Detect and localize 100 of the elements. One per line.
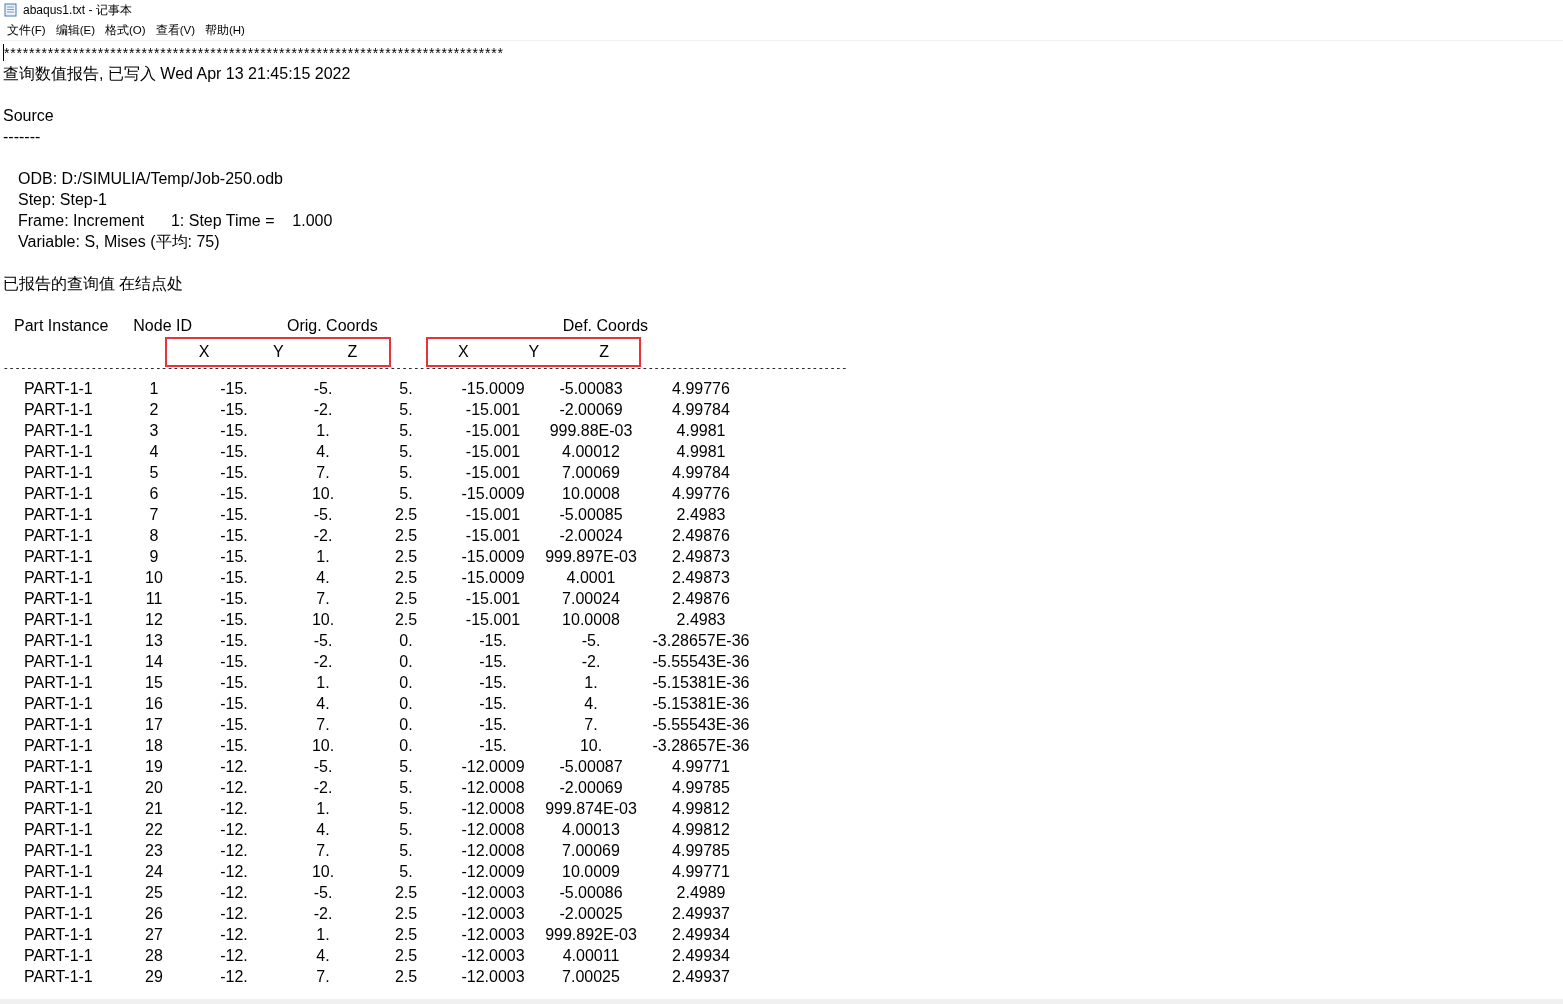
table-cell-text: -5.00085 bbox=[558, 505, 624, 525]
table-cell-text: -15. bbox=[478, 673, 508, 693]
table-cell-text: -12. bbox=[219, 820, 249, 840]
notepad-icon bbox=[4, 3, 17, 17]
table-cell-text: -15. bbox=[219, 610, 249, 630]
table-cell-text: 999.874E-03 bbox=[544, 799, 638, 819]
table-cell-text: 2.4983 bbox=[675, 610, 727, 630]
table-cell-text: 5. bbox=[398, 421, 414, 441]
table-cell-text: PART-1-1 bbox=[24, 715, 94, 735]
table-cell-text: 25 bbox=[144, 883, 164, 903]
source-line: Step: Step-1 bbox=[18, 191, 107, 208]
table-cell-text: 2.5 bbox=[393, 568, 419, 588]
table-cell-text: -15. bbox=[219, 631, 249, 651]
table-cell-text: PART-1-1 bbox=[24, 820, 94, 840]
axis-label: Y bbox=[273, 343, 284, 361]
table-cell-text: 16 bbox=[144, 694, 164, 714]
table-cell-text: 4. bbox=[315, 820, 331, 840]
menu-item[interactable]: 编辑(E) bbox=[50, 22, 101, 38]
table-cell-text: 2.49934 bbox=[671, 925, 731, 945]
table-cell-text: -15. bbox=[219, 421, 249, 441]
table-cell-text: 5. bbox=[398, 442, 414, 462]
table-cell-text: -15. bbox=[219, 589, 249, 609]
table-cell-text: 7.00069 bbox=[561, 463, 621, 483]
asterisk-line: ******************************************************************************** bbox=[4, 45, 504, 61]
table-cell-text: 14 bbox=[144, 652, 164, 672]
table-cell-text: 2.5 bbox=[393, 610, 419, 630]
table-cell-text: -15. bbox=[478, 631, 508, 651]
table-cell-text: -15.0009 bbox=[460, 547, 526, 567]
table-cell-text: 3 bbox=[148, 421, 160, 441]
table-cell-text: 4 bbox=[148, 442, 160, 462]
table-cell-text: PART-1-1 bbox=[24, 862, 94, 882]
table-cell-text: -5.15381E-36 bbox=[651, 694, 751, 714]
table-cell-text: 10. bbox=[310, 610, 336, 630]
table-cell-text: 9 bbox=[148, 547, 160, 567]
table-cell-text: -5. bbox=[580, 631, 602, 651]
table-cell-text: 1. bbox=[315, 925, 331, 945]
table-cell-text: -12.0009 bbox=[460, 862, 526, 882]
section-heading: 已报告的查询值 在结点处 bbox=[3, 275, 184, 292]
axis-label: Z bbox=[599, 343, 609, 361]
axis-label: X bbox=[457, 343, 469, 361]
table-cell-text: 2.49937 bbox=[671, 967, 731, 987]
table-cell-text: PART-1-1 bbox=[24, 610, 94, 630]
table-cell-text: -2. bbox=[312, 778, 334, 798]
table-cell-text: 2.5 bbox=[393, 967, 419, 987]
table-cell-text: 0. bbox=[398, 652, 414, 672]
table-cell-text: -12. bbox=[219, 799, 249, 819]
table-cell-text: 12 bbox=[144, 610, 164, 630]
table-cell-text: 2.5 bbox=[393, 526, 419, 546]
table-cell-text: 4.00011 bbox=[561, 946, 621, 966]
menu-item[interactable]: 格式(O) bbox=[100, 22, 151, 38]
table-cell-text: -15. bbox=[219, 694, 249, 714]
table-cell-text: 10. bbox=[310, 736, 336, 756]
table-cell-text: -15. bbox=[219, 442, 249, 462]
table-cell-text: 4. bbox=[315, 694, 331, 714]
table-cell-text: 2.5 bbox=[393, 547, 419, 567]
table-cell-text: 0. bbox=[398, 673, 414, 693]
table-cell-text: 4.99776 bbox=[671, 484, 731, 504]
table-cell-text: -15.0009 bbox=[460, 484, 526, 504]
table-cell-text: 0. bbox=[398, 736, 414, 756]
menu-item[interactable]: 文件(F) bbox=[2, 22, 51, 38]
table-cell-text: PART-1-1 bbox=[24, 736, 94, 756]
table-cell-text: -2. bbox=[312, 526, 334, 546]
table-cell-text: -12.0003 bbox=[460, 925, 526, 945]
table-cell-text: -15.001 bbox=[464, 589, 522, 609]
table-cell-text: -12. bbox=[219, 778, 249, 798]
column-header: Node ID bbox=[133, 316, 192, 336]
table-cell-text: 11 bbox=[144, 589, 164, 609]
table-cell-text: -2.00025 bbox=[558, 904, 624, 924]
table-cell-text: 2.5 bbox=[393, 505, 419, 525]
table-cell-text: 10.0008 bbox=[561, 484, 621, 504]
table-cell-text: -5.15381E-36 bbox=[651, 673, 751, 693]
table-cell-text: PART-1-1 bbox=[24, 673, 94, 693]
table-cell-text: 18 bbox=[144, 736, 164, 756]
table-cell-text: PART-1-1 bbox=[24, 442, 94, 462]
table-cell-text: 2.5 bbox=[393, 925, 419, 945]
source-line: Frame: Increment 1: Step Time = 1.000 bbox=[18, 212, 333, 229]
table-cell-text: -12.0003 bbox=[460, 946, 526, 966]
table-cell-text: -15. bbox=[219, 568, 249, 588]
table-cell-text: -12.0003 bbox=[460, 883, 526, 903]
menu-item[interactable]: 帮助(H) bbox=[200, 22, 250, 38]
table-cell-text: PART-1-1 bbox=[24, 694, 94, 714]
table-cell-text: -15.001 bbox=[464, 505, 522, 525]
table-cell-text: -2. bbox=[312, 652, 334, 672]
table-cell-text: PART-1-1 bbox=[24, 421, 94, 441]
table-cell-text: 10. bbox=[578, 736, 604, 756]
table-cell-text: 7. bbox=[315, 715, 331, 735]
table-cell-text: 21 bbox=[144, 799, 164, 819]
table-cell-text: 10.0008 bbox=[561, 610, 621, 630]
table-cell-text: 13 bbox=[144, 631, 164, 651]
table-cell-text: 2.49873 bbox=[671, 568, 731, 588]
table-cell-text: PART-1-1 bbox=[24, 400, 94, 420]
table-cell-text: -5. bbox=[312, 631, 334, 651]
table-cell-text: -12.0008 bbox=[460, 778, 526, 798]
table-cell-text: 2 bbox=[148, 400, 160, 420]
table-cell-text: 7.00069 bbox=[561, 841, 621, 861]
table-cell-text: PART-1-1 bbox=[24, 757, 94, 777]
table-cell-text: 5. bbox=[398, 379, 414, 399]
table-cell-text: -2.00069 bbox=[558, 400, 624, 420]
table-cell-text: -15.001 bbox=[464, 610, 522, 630]
menu-item[interactable]: 查看(V) bbox=[150, 22, 200, 38]
